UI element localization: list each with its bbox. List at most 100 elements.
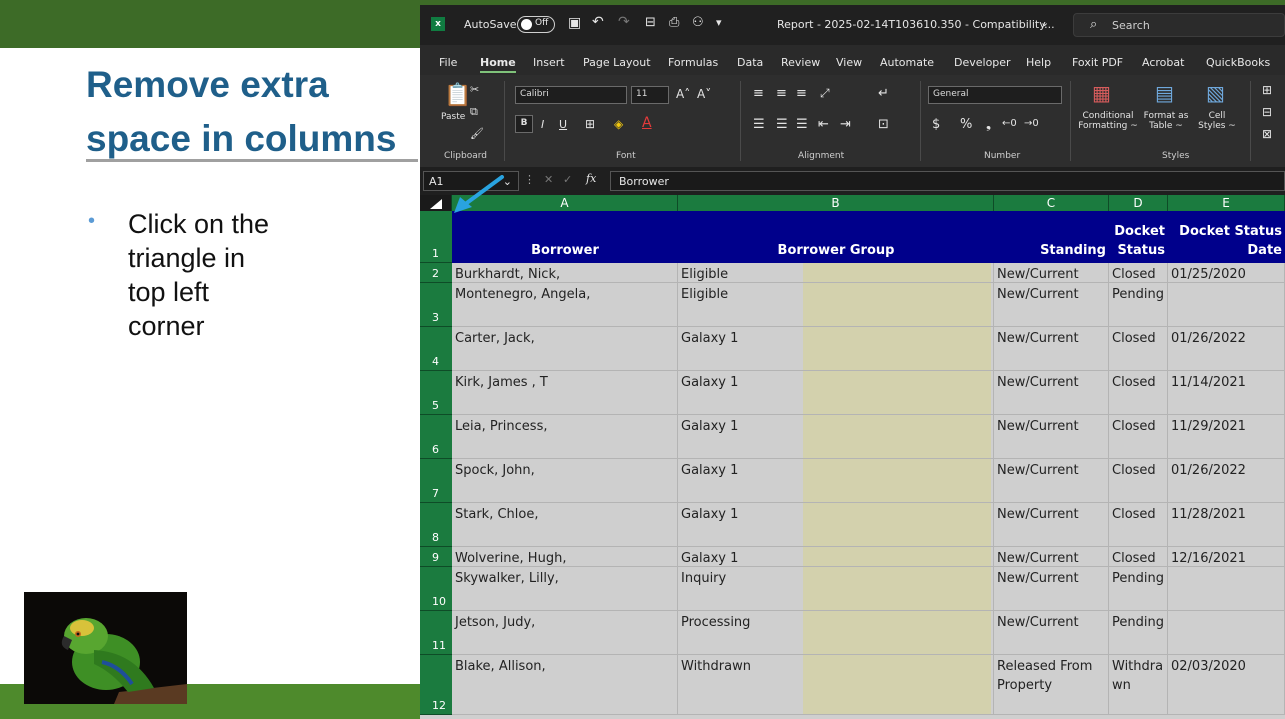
- cell-c[interactable]: New/Current: [994, 503, 1109, 547]
- cell-a[interactable]: Leia, Princess,: [452, 415, 678, 459]
- cell-b[interactable]: Galaxy 1: [678, 503, 994, 547]
- cell-styles-icon[interactable]: ▧: [1206, 81, 1225, 105]
- tab-help[interactable]: Help: [1026, 56, 1051, 69]
- tab-page-layout[interactable]: Page Layout: [583, 56, 651, 69]
- cell-b[interactable]: Galaxy 1: [678, 547, 994, 567]
- undo-icon[interactable]: ↶: [592, 14, 604, 30]
- conditional-formatting-label[interactable]: Conditional Formatting ~: [1078, 111, 1138, 131]
- header-cell-e[interactable]: Docket Status Date: [1168, 211, 1285, 263]
- cell-b[interactable]: Galaxy 1: [678, 371, 994, 415]
- row-header[interactable]: 10: [420, 567, 452, 611]
- cell-d[interactable]: Closed: [1109, 547, 1168, 567]
- font-color-icon[interactable]: A: [642, 115, 652, 131]
- align-bottom-icon[interactable]: ≡: [796, 86, 807, 101]
- format-as-table-label[interactable]: Format as Table ~: [1141, 111, 1191, 131]
- formula-input[interactable]: Borrower: [610, 171, 1285, 191]
- row-header[interactable]: 1: [420, 211, 452, 263]
- row-header[interactable]: 11: [420, 611, 452, 655]
- cell-a[interactable]: Montenegro, Angela,: [452, 283, 678, 327]
- format-as-table-icon[interactable]: ▤: [1155, 81, 1174, 105]
- grow-font-icon[interactable]: A˄: [676, 87, 690, 101]
- cell-b[interactable]: Galaxy 1: [678, 415, 994, 459]
- cell-d[interactable]: Closed: [1109, 371, 1168, 415]
- save-icon[interactable]: ▣: [568, 15, 581, 31]
- insert-cells-icon[interactable]: ⊞: [1262, 83, 1272, 97]
- select-all-triangle-icon[interactable]: [430, 199, 442, 209]
- cell-b[interactable]: Inquiry: [678, 567, 994, 611]
- paste-icon[interactable]: 📋: [444, 83, 471, 108]
- cell-e[interactable]: 01/26/2022: [1168, 327, 1285, 371]
- cell-b[interactable]: Processing: [678, 611, 994, 655]
- cell-d[interactable]: Closed: [1109, 503, 1168, 547]
- tab-view[interactable]: View: [836, 56, 862, 69]
- tab-home[interactable]: Home: [480, 56, 516, 73]
- cell-b[interactable]: Galaxy 1: [678, 459, 994, 503]
- delete-cells-icon[interactable]: ⊟: [1262, 105, 1272, 119]
- format-cells-icon[interactable]: ⊠: [1262, 127, 1272, 141]
- autosave-toggle[interactable]: Off: [517, 16, 555, 33]
- cell-c[interactable]: New/Current: [994, 263, 1109, 283]
- cell-b[interactable]: Galaxy 1: [678, 327, 994, 371]
- cell-c[interactable]: New/Current: [994, 459, 1109, 503]
- cell-d[interactable]: Closed: [1109, 415, 1168, 459]
- row-header[interactable]: 6: [420, 415, 452, 459]
- cell-e[interactable]: 11/28/2021: [1168, 503, 1285, 547]
- row-header[interactable]: 8: [420, 503, 452, 547]
- paste-label[interactable]: Paste: [441, 112, 465, 122]
- borders-icon[interactable]: ⊞: [585, 117, 595, 131]
- cell-c[interactable]: New/Current: [994, 283, 1109, 327]
- cell-e[interactable]: [1168, 283, 1285, 327]
- print-preview-icon[interactable]: ⎙: [669, 15, 679, 30]
- merge-center-icon[interactable]: ⊡: [878, 117, 889, 132]
- cell-c[interactable]: New/Current: [994, 327, 1109, 371]
- tab-acrobat[interactable]: Acrobat: [1142, 56, 1184, 69]
- cell-e[interactable]: 12/16/2021: [1168, 547, 1285, 567]
- cell-b[interactable]: Withdrawn: [678, 655, 994, 715]
- cell-e[interactable]: 11/14/2021: [1168, 371, 1285, 415]
- cut-icon[interactable]: ✂: [470, 83, 479, 96]
- cell-c[interactable]: Released From Property: [994, 655, 1109, 715]
- confirm-entry-icon[interactable]: ✓: [563, 173, 572, 186]
- tab-review[interactable]: Review: [781, 56, 820, 69]
- title-dropdown-icon[interactable]: ⌄: [1040, 16, 1049, 29]
- number-format-select[interactable]: General: [928, 86, 1062, 104]
- cell-a[interactable]: Wolverine, Hugh,: [452, 547, 678, 567]
- insert-function-icon[interactable]: fx: [586, 172, 596, 185]
- wrap-text-icon[interactable]: ↵: [878, 86, 889, 101]
- select-all-button[interactable]: [420, 195, 452, 211]
- column-header-b[interactable]: B: [678, 195, 994, 211]
- cell-d[interactable]: Closed: [1109, 459, 1168, 503]
- cell-e[interactable]: 01/26/2022: [1168, 459, 1285, 503]
- font-size-select[interactable]: 11: [631, 86, 669, 104]
- tab-file[interactable]: File: [439, 56, 457, 69]
- cell-a[interactable]: Kirk, James , T: [452, 371, 678, 415]
- underline-button[interactable]: U: [559, 118, 567, 131]
- cell-a[interactable]: Stark, Chloe,: [452, 503, 678, 547]
- bold-button[interactable]: B: [515, 115, 533, 133]
- row-header[interactable]: 7: [420, 459, 452, 503]
- header-cell-b[interactable]: Borrower Group: [678, 211, 994, 263]
- cell-c[interactable]: New/Current: [994, 547, 1109, 567]
- cell-b[interactable]: Eligible: [678, 263, 994, 283]
- cell-d[interactable]: Withdra wn: [1109, 655, 1168, 715]
- search-box[interactable]: ⌕ Search: [1073, 13, 1285, 37]
- cell-a[interactable]: Carter, Jack,: [452, 327, 678, 371]
- cell-d[interactable]: Pending: [1109, 567, 1168, 611]
- header-cell-a[interactable]: Borrower: [452, 211, 678, 263]
- align-top-icon[interactable]: ≡: [753, 86, 764, 101]
- row-header[interactable]: 4: [420, 327, 452, 371]
- tab-foxit-pdf[interactable]: Foxit PDF: [1072, 56, 1123, 69]
- cell-c[interactable]: New/Current: [994, 415, 1109, 459]
- cell-e[interactable]: [1168, 611, 1285, 655]
- cell-d[interactable]: Closed: [1109, 327, 1168, 371]
- share-icon[interactable]: ⚇: [692, 15, 704, 30]
- cell-styles-label[interactable]: Cell Styles ~: [1196, 111, 1238, 131]
- column-header-c[interactable]: C: [994, 195, 1109, 211]
- comma-icon[interactable]: ❟: [986, 117, 991, 132]
- currency-icon[interactable]: $: [932, 117, 940, 132]
- customize-qat-icon[interactable]: ▾: [716, 16, 722, 29]
- cell-d[interactable]: Pending: [1109, 611, 1168, 655]
- cell-a[interactable]: Blake, Allison,: [452, 655, 678, 715]
- fill-color-icon[interactable]: ◈: [614, 117, 623, 131]
- row-header[interactable]: 2: [420, 263, 452, 283]
